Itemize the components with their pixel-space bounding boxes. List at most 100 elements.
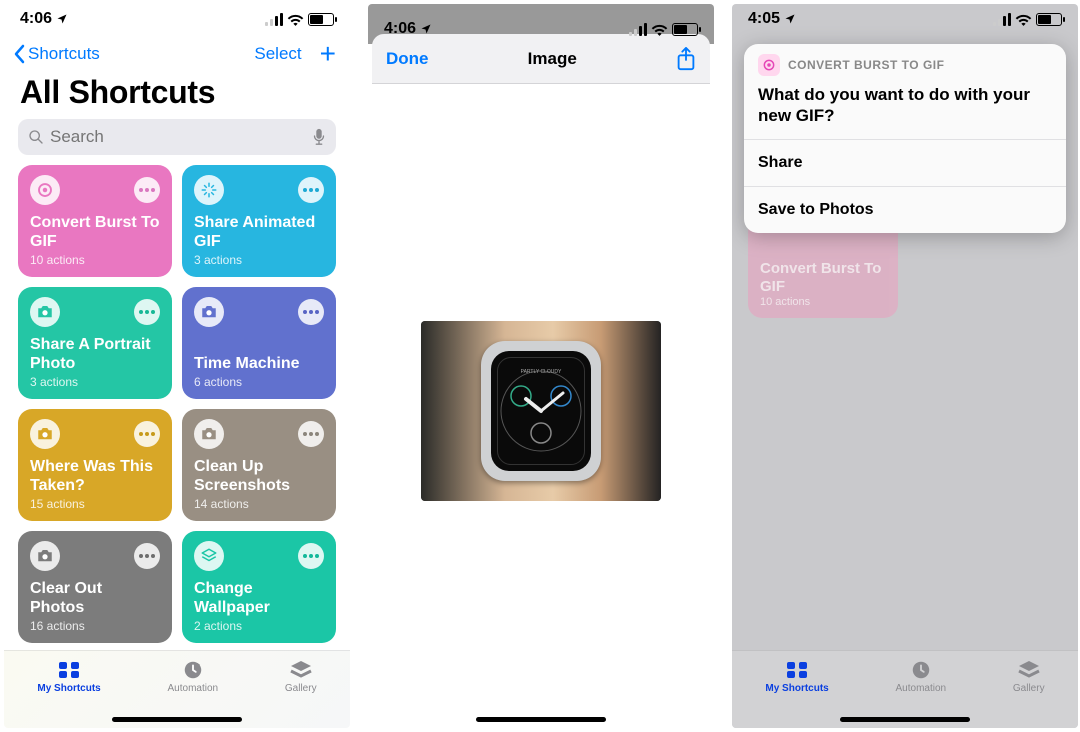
status-time: 4:06 [384,20,416,38]
tile-title: Share A Portrait Photo [30,335,160,373]
tile-title: Where Was This Taken? [30,457,160,495]
status-time: 4:05 [748,10,780,28]
tab-label: Gallery [285,683,317,694]
battery-icon [672,23,698,36]
sheet-title: Image [528,49,577,69]
option-save-to-photos[interactable]: Save to Photos [744,186,1066,233]
status-bar: 4:05 [732,4,1078,34]
camera-icon [194,297,224,327]
grid-icon [784,659,810,681]
shortcuts-grid: Convert Burst To GIF 10 actions Share An… [4,165,350,643]
nav-bar: Shortcuts Select + [4,34,350,72]
tile-title: Share Animated GIF [194,213,324,251]
chevron-left-icon [12,44,26,64]
shortcut-app-icon [758,54,780,76]
search-input[interactable] [50,127,306,147]
action-card: CONVERT BURST TO GIF What do you want to… [744,44,1066,233]
grid-icon [56,659,82,681]
status-time: 4:06 [20,10,52,28]
tile-subtitle: 3 actions [30,375,160,389]
tile-title: Clear Out Photos [30,579,160,617]
tab-label: Automation [896,683,947,694]
camera-icon [194,419,224,449]
tile-more-button[interactable] [298,177,324,203]
shortcut-tile-clear-out-photos[interactable]: Clear Out Photos 16 actions [18,531,172,643]
shortcut-tile-share-portrait[interactable]: Share A Portrait Photo 3 actions [18,287,172,399]
tab-gallery[interactable]: Gallery [285,659,317,694]
home-indicator[interactable] [112,717,242,722]
shortcut-tile-share-animated-gif[interactable]: Share Animated GIF 3 actions [182,165,336,277]
svg-text:PARTLY CLOUDY: PARTLY CLOUDY [521,369,562,375]
camera-icon [30,419,60,449]
battery-icon [1036,13,1062,26]
camera-icon [30,541,60,571]
tab-automation[interactable]: Automation [896,659,947,694]
select-button[interactable]: Select [254,44,301,64]
phone-screen-image-preview: 4:06 Done Image [368,4,714,728]
tile-more-button[interactable] [134,543,160,569]
clock-icon [180,659,206,681]
shortcut-tile-time-machine[interactable]: Time Machine 6 actions [182,287,336,399]
tab-label: My Shortcuts [37,683,100,694]
tile-subtitle: 16 actions [30,619,160,633]
tab-label: My Shortcuts [765,683,828,694]
tile-title: Convert Burst To GIF [30,213,160,251]
phone-screen-action-sheet: 4:05 Convert Burst To GIF 10 actions CON… [732,4,1078,728]
tile-subtitle: 10 actions [30,253,160,267]
wifi-icon [287,13,304,26]
battery-icon [308,13,334,26]
location-icon [420,23,432,35]
cell-signal-icon [265,13,283,26]
shortcut-tile-change-wallpaper[interactable]: Change Wallpaper 2 actions [182,531,336,643]
tab-automation[interactable]: Automation [168,659,219,694]
tile-subtitle: 6 actions [194,375,324,389]
tile-subtitle: 15 actions [30,497,160,511]
image-preview-area: PARTLY CLOUDY [372,94,710,728]
tile-subtitle: 2 actions [194,619,324,633]
camera-icon [30,297,60,327]
status-bar: 4:06 [368,14,714,44]
search-icon [28,129,44,145]
wifi-icon [651,23,668,36]
target-icon [30,175,60,205]
option-share[interactable]: Share [744,139,1066,186]
location-icon [784,13,796,25]
cell-signal-icon [629,23,647,36]
tile-title: Change Wallpaper [194,579,324,617]
tile-more-button[interactable] [298,299,324,325]
cell-signal-icon [993,13,1011,26]
tile-more-button[interactable] [134,421,160,447]
card-question: What do you want to do with your new GIF… [744,80,1066,139]
stack-icon [1016,659,1042,681]
tab-label: Gallery [1013,683,1045,694]
ghost-tile-subtitle: 10 actions [760,296,886,308]
shortcut-tile-convert-burst[interactable]: Convert Burst To GIF 10 actions [18,165,172,277]
tile-subtitle: 14 actions [194,497,324,511]
shortcut-tile-where-was-this-taken[interactable]: Where Was This Taken? 15 actions [18,409,172,521]
search-field[interactable] [18,119,336,155]
share-button[interactable] [676,47,696,71]
tab-label: Automation [168,683,219,694]
tab-my-shortcuts[interactable]: My Shortcuts [765,659,828,694]
home-indicator[interactable] [476,717,606,722]
home-indicator[interactable] [840,717,970,722]
dictate-icon[interactable] [312,128,326,146]
done-button[interactable]: Done [386,49,429,69]
tab-gallery[interactable]: Gallery [1013,659,1045,694]
background-tile-convert-burst: Convert Burst To GIF 10 actions [748,218,898,318]
tile-more-button[interactable] [298,543,324,569]
tile-more-button[interactable] [134,299,160,325]
card-app-title: CONVERT BURST TO GIF [788,58,944,72]
tile-more-button[interactable] [298,421,324,447]
tab-my-shortcuts[interactable]: My Shortcuts [37,659,100,694]
wifi-icon [1015,13,1032,26]
preview-image[interactable]: PARTLY CLOUDY [421,321,661,501]
layers-icon [194,541,224,571]
stack-icon [288,659,314,681]
shortcut-tile-clean-up-screenshots[interactable]: Clean Up Screenshots 14 actions [182,409,336,521]
back-button[interactable]: Shortcuts [12,44,100,64]
tile-more-button[interactable] [134,177,160,203]
ghost-tile-title: Convert Burst To GIF [760,260,886,296]
add-button[interactable]: + [320,40,336,68]
back-label: Shortcuts [28,44,100,64]
